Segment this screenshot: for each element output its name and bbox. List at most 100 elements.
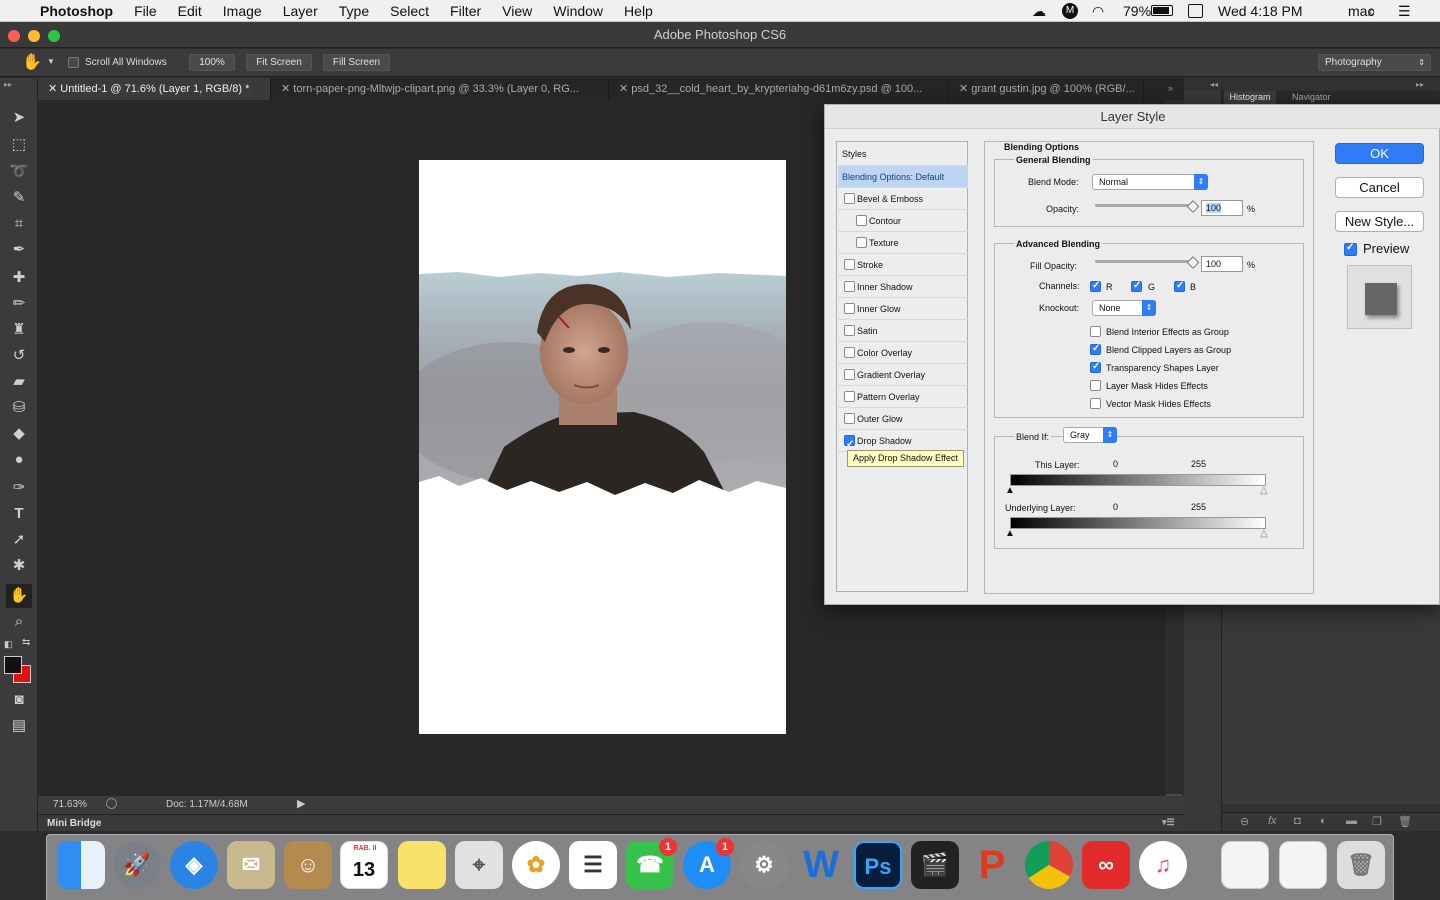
lasso-tool-icon[interactable]: ➰ [6, 160, 32, 184]
calendar-icon[interactable]: RAB. II 13 [340, 841, 388, 889]
styles-header[interactable]: Styles [838, 142, 968, 166]
tab-histogram[interactable]: Histogram [1224, 91, 1276, 104]
battery-icon[interactable] [1151, 5, 1173, 16]
fill-opacity-slider[interactable] [1095, 256, 1200, 269]
eraser-tool-icon[interactable]: ▰ [6, 370, 32, 394]
zoom-window-icon[interactable] [48, 30, 60, 42]
hand-tool-icon[interactable]: ✋ [6, 584, 32, 608]
status-menu-arrow-icon[interactable]: ▶ [297, 797, 305, 810]
fill-opacity-field[interactable]: 100 [1201, 256, 1243, 272]
menu-window[interactable]: Window [553, 3, 603, 19]
creative-cloud-app-icon[interactable]: ∞ [1082, 841, 1130, 889]
notification-center-icon[interactable]: ☰ [1398, 3, 1411, 20]
style-item-outer-glow[interactable]: Outer Glow [838, 408, 968, 430]
wifi-icon[interactable]: ◠ [1092, 3, 1104, 20]
style-item-inner-shadow[interactable]: Inner Shadow [838, 276, 968, 298]
menu-view[interactable]: View [502, 3, 532, 19]
blend-if-select[interactable]: Gray ⇕ [1063, 427, 1117, 443]
marquee-tool-icon[interactable]: ⬚ [6, 133, 32, 157]
quick-selection-tool-icon[interactable]: ✎ [6, 186, 32, 210]
tab-close-icon[interactable]: ✕ [281, 83, 293, 95]
knockout-select[interactable]: None ⇕ [1092, 300, 1156, 316]
adv-option-checkbox[interactable] [1090, 398, 1101, 409]
style-checkbox[interactable] [844, 193, 855, 204]
new-group-icon[interactable]: ▬ [1346, 815, 1357, 827]
adv-option-checkbox[interactable] [1090, 343, 1101, 355]
trash-icon[interactable]: 🗑 [1337, 841, 1385, 889]
history-brush-tool-icon[interactable]: ↺ [6, 344, 32, 368]
path-selection-tool-icon[interactable]: ➚ [6, 528, 32, 552]
status-info-icon[interactable] [106, 798, 117, 809]
scroll-all-windows-checkbox[interactable] [68, 57, 79, 68]
reminders-icon[interactable]: ☰ [569, 841, 617, 889]
app-menu[interactable]: Photoshop [40, 3, 113, 19]
custom-shape-tool-icon[interactable]: ✱ [6, 554, 32, 578]
workspace-switcher[interactable]: Photography ⇕ [1318, 54, 1431, 71]
contacts-icon[interactable]: ☺ [284, 841, 332, 889]
tab-close-icon[interactable]: ✕ [959, 83, 971, 95]
style-item-texture[interactable]: Texture [838, 232, 968, 254]
cancel-button[interactable]: Cancel [1335, 177, 1424, 198]
adv-option-checkbox[interactable] [1090, 380, 1101, 391]
paint-bucket-tool-icon[interactable]: ⛁ [6, 396, 32, 420]
minimize-window-icon[interactable] [28, 30, 40, 42]
collapse-toolbox-icon[interactable]: ▸▸ [4, 80, 12, 89]
brush-tool-icon[interactable]: ✏ [6, 292, 32, 316]
foreground-color-swatch[interactable] [4, 656, 22, 674]
menu-type[interactable]: Type [339, 3, 369, 19]
fx-icon[interactable]: fx [1268, 815, 1277, 827]
style-item-gradient-overlay[interactable]: Gradient Overlay [838, 364, 968, 386]
hand-tool-preset-icon[interactable]: ✋ [22, 52, 42, 72]
tab-close-icon[interactable]: ✕ [619, 83, 631, 95]
opacity-field[interactable]: 100 [1201, 200, 1243, 216]
zoom-100-button[interactable]: 100% [189, 54, 235, 71]
style-checkbox[interactable] [844, 391, 855, 402]
fit-screen-button[interactable]: Fit Screen [246, 54, 312, 71]
itunes-icon[interactable]: ♫ [1139, 841, 1187, 889]
tab-close-icon[interactable]: ✕ [48, 83, 60, 95]
adv-option-checkbox[interactable] [1090, 361, 1101, 373]
adjustment-layer-icon[interactable]: ◐ [1320, 815, 1327, 827]
link-layers-icon[interactable]: ⊖ [1240, 815, 1249, 828]
style-item-pattern-overlay[interactable]: Pattern Overlay [838, 386, 968, 408]
crop-tool-icon[interactable]: ⌗ [6, 212, 32, 236]
collapse-panel-icon[interactable]: ◂◂ [1210, 80, 1218, 89]
underlying-black-slider-icon[interactable]: ▲ [1005, 528, 1015, 539]
style-checkbox[interactable] [844, 369, 855, 380]
mini-bridge-tab[interactable]: Mini Bridge [47, 818, 101, 829]
new-style-button[interactable]: New Style... [1335, 211, 1424, 232]
screen-mode-icon[interactable]: ▤ [6, 714, 32, 738]
channel-r-checkbox[interactable] [1090, 280, 1101, 292]
add-mask-icon[interactable]: ◘ [1294, 815, 1301, 827]
style-checkbox[interactable] [844, 303, 855, 314]
move-tool-icon[interactable]: ➤ [6, 106, 32, 130]
menu-image[interactable]: Image [223, 3, 262, 19]
panel-menu-icon[interactable]: ▾☰ [1162, 817, 1175, 828]
final-cut-icon[interactable]: 🎬 [911, 841, 959, 889]
m-status-icon[interactable]: M [1062, 3, 1078, 19]
notes-icon[interactable] [398, 841, 446, 889]
style-checkbox[interactable] [844, 347, 855, 358]
style-checkbox[interactable] [844, 259, 855, 270]
tabs-overflow-icon[interactable]: » [1168, 83, 1173, 93]
style-item-satin[interactable]: Satin [838, 320, 968, 342]
system-preferences-icon[interactable]: ⚙ [740, 841, 788, 889]
menu-layer[interactable]: Layer [283, 3, 318, 19]
style-checkbox[interactable] [844, 281, 855, 292]
tab-untitled-1[interactable]: ✕ Untitled-1 @ 71.6% (Layer 1, RGB/8) * [38, 78, 271, 100]
style-item-drop-shadow[interactable]: Drop Shadow [838, 430, 968, 456]
facetime-icon[interactable]: ☎ 1 [626, 838, 677, 889]
adv-option-checkbox[interactable] [1090, 326, 1101, 337]
close-window-icon[interactable] [8, 30, 20, 42]
creative-cloud-icon[interactable]: ☁ [1032, 3, 1046, 20]
documents-stack-icon[interactable] [1279, 841, 1327, 889]
app-store-icon[interactable]: A1 [683, 838, 734, 889]
blend-mode-select[interactable]: Normal ⇕ [1092, 174, 1208, 190]
type-tool-icon[interactable]: T [6, 502, 32, 526]
underlying-white-slider-icon[interactable]: △ [1260, 528, 1268, 539]
quick-mask-icon[interactable]: ◙ [6, 688, 32, 712]
style-item-inner-glow[interactable]: Inner Glow [838, 298, 968, 320]
menu-file[interactable]: File [134, 3, 157, 19]
channel-g-checkbox[interactable] [1131, 280, 1142, 292]
opacity-slider-thumb[interactable] [1186, 200, 1200, 213]
